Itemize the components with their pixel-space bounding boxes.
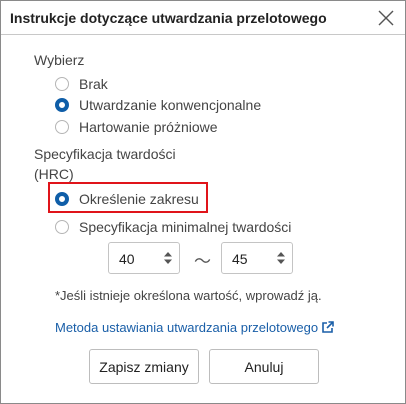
cancel-button[interactable]: Anuluj (209, 349, 319, 384)
radio-option-vacuum-hardening[interactable]: Hartowanie próżniowe (55, 118, 218, 136)
stepper-arrows-icon[interactable] (276, 251, 286, 265)
save-button[interactable]: Zapisz zmiany (89, 349, 199, 384)
radio-option-brak[interactable]: Brak (55, 75, 108, 93)
radio-button[interactable] (55, 77, 69, 91)
radio-label: Utwardzanie konwencjonalne (79, 97, 262, 113)
hardening-method-link[interactable]: Metoda ustawiania utwardzania przelotowe… (55, 320, 334, 335)
range-separator: 〜 (194, 252, 211, 271)
hardness-section-label: Specyfikacja twardości (34, 146, 176, 162)
link-label[interactable]: Metoda ustawiania utwardzania przelotowe… (55, 320, 318, 335)
radio-button-selected[interactable] (55, 192, 69, 206)
radio-label: Specyfikacja minimalnej twardości (79, 219, 292, 235)
hardness-min-stepper[interactable]: 40 (108, 242, 180, 274)
dialog-titlebar: Instrukcje dotyczące utwardzania przelot… (1, 1, 405, 35)
dialog-title: Instrukcje dotyczące utwardzania przelot… (10, 10, 327, 26)
hardness-max-stepper[interactable]: 45 (221, 242, 293, 274)
radio-label: Hartowanie próżniowe (79, 119, 218, 135)
external-link-icon[interactable] (321, 321, 334, 334)
radio-option-min-hardness[interactable]: Specyfikacja minimalnej twardości (55, 218, 291, 236)
hardness-min-value[interactable]: 40 (119, 251, 135, 267)
radio-button-selected[interactable] (55, 98, 69, 112)
radio-label: Określenie zakresu (79, 191, 199, 207)
stepper-arrows-icon[interactable] (163, 251, 173, 265)
hardness-max-value[interactable]: 45 (232, 251, 248, 267)
radio-button[interactable] (55, 120, 69, 134)
radio-option-range[interactable]: Określenie zakresu (55, 190, 199, 208)
close-icon[interactable] (377, 9, 395, 27)
radio-button[interactable] (55, 220, 69, 234)
radio-option-conventional-hardening[interactable]: Utwardzanie konwencjonalne (55, 96, 261, 114)
hardness-unit-label: (HRC) (34, 166, 74, 182)
radio-label: Brak (79, 76, 108, 92)
select-section-label: Wybierz (34, 52, 85, 68)
input-note: *Jeśli istnieje określona wartość, wprow… (55, 288, 322, 303)
through-hardening-dialog: Instrukcje dotyczące utwardzania przelot… (0, 0, 406, 404)
